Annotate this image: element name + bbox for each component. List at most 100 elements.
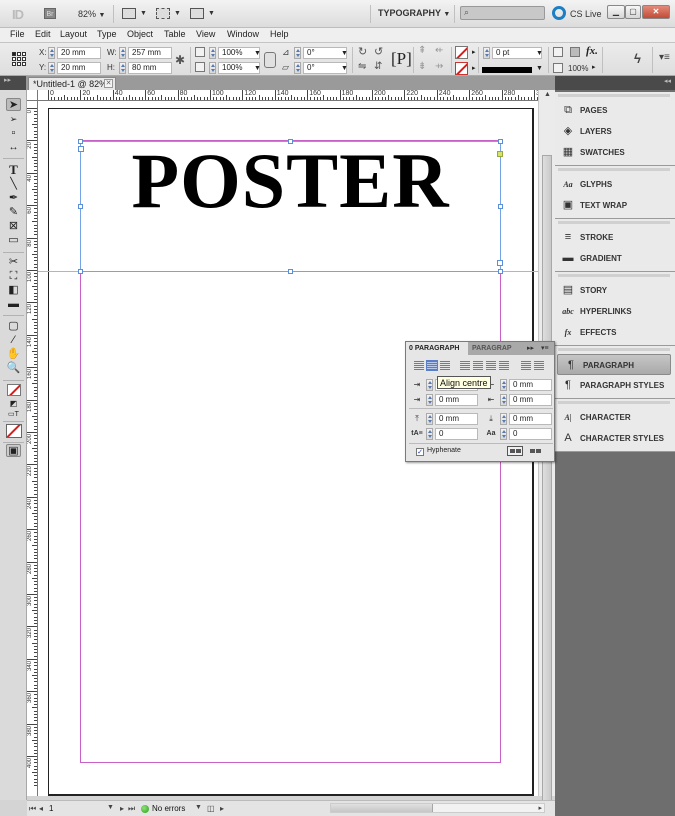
constrain-proportions-icon[interactable]: ✱ — [175, 53, 185, 67]
frame-handle[interactable] — [288, 139, 293, 144]
free-transform-tool-icon[interactable]: ⛶ — [6, 270, 21, 283]
collapse-dock-icon[interactable]: ◂◂ — [555, 76, 675, 90]
document-tab[interactable]: *Untitled-1 @ 82% ✕ — [28, 77, 116, 90]
menu-layout[interactable]: Layout — [60, 29, 87, 39]
type-tool-icon[interactable]: T — [6, 163, 21, 176]
reference-point-selector[interactable] — [12, 52, 26, 66]
align-right-button[interactable] — [440, 361, 450, 370]
menu-window[interactable]: Window — [227, 29, 259, 39]
frame-handle[interactable] — [78, 139, 83, 144]
close-button[interactable]: ✕ — [642, 5, 670, 19]
fill-stroke-swap-icon[interactable] — [7, 384, 21, 396]
restore-button[interactable]: ▢ — [625, 5, 641, 19]
rotate-stepper[interactable] — [294, 47, 301, 59]
open-document-page-icon[interactable]: ◫ — [207, 804, 215, 813]
drop-shadow-icon[interactable] — [570, 47, 580, 57]
dock-item-character[interactable]: A| CHARACTER — [555, 407, 675, 428]
dock-item-story[interactable]: ▤ STORY — [555, 280, 675, 301]
search-input[interactable]: ⌕ — [460, 6, 545, 20]
note-tool-icon[interactable]: ▢ — [6, 320, 21, 333]
fx-icon[interactable]: fx. — [586, 45, 598, 57]
first-line-indent-field[interactable]: 0 mm — [435, 394, 478, 406]
select-content-icon[interactable]: ⇟ — [418, 61, 426, 72]
preflight-status[interactable]: No errors — [152, 804, 185, 813]
gradient-swatch-tool-icon[interactable]: ◧ — [6, 284, 21, 297]
y-stepper[interactable] — [48, 62, 55, 74]
panel-menu-icon[interactable]: ▾≡ — [541, 342, 549, 355]
arrange-documents-icon[interactable] — [190, 8, 204, 19]
scroll-up-icon[interactable]: ▲ — [544, 91, 551, 98]
chevron-down-icon[interactable]: ▼ — [341, 50, 348, 57]
chevron-down-icon[interactable]: ▼ — [254, 65, 261, 72]
lightning-icon[interactable]: ϟ — [634, 51, 641, 66]
chevron-right-icon[interactable]: ▸ — [592, 63, 596, 71]
menu-object[interactable]: Object — [127, 29, 153, 39]
first-line-indent-stepper[interactable] — [426, 394, 433, 406]
rotate-counterclockwise-icon[interactable]: ↺ — [374, 45, 383, 58]
dock-item-layers[interactable]: ◈ LAYERS — [555, 121, 675, 142]
pen-tool-icon[interactable]: ✒ — [6, 192, 21, 205]
dock-item-paragraph[interactable]: ¶ PARAGRAPH — [557, 354, 671, 375]
vertical-scroll-thumb[interactable] — [542, 155, 552, 805]
horizontal-scrollbar[interactable]: ▸ — [330, 803, 545, 813]
constrain-scale-icon[interactable] — [264, 52, 276, 68]
justify-centre-button[interactable] — [473, 361, 483, 370]
rectangle-tool-icon[interactable]: ▭ — [6, 234, 21, 247]
h-stepper[interactable] — [119, 62, 126, 74]
space-before-stepper[interactable] — [426, 413, 433, 425]
frame-handle[interactable] — [78, 204, 83, 209]
chevron-down-icon[interactable]: ▼ — [107, 804, 114, 811]
left-indent-stepper[interactable] — [426, 379, 433, 391]
menu-edit[interactable]: Edit — [35, 29, 51, 39]
gradient-feather-tool-icon[interactable]: ▬ — [6, 298, 21, 311]
chevron-down-icon[interactable]: ▼ — [536, 65, 543, 72]
y-position-field[interactable]: 20 mm — [57, 62, 101, 74]
align-towards-spine-button[interactable] — [521, 361, 531, 370]
height-field[interactable]: 80 mm — [128, 62, 172, 74]
panel-group-grip[interactable] — [558, 348, 670, 351]
next-page-icon[interactable]: ▸ — [120, 804, 124, 813]
horizontal-ruler[interactable]: 0204060801001201401601802002202402602803 — [38, 90, 538, 101]
collapse-panel-icon[interactable]: ▸▸ — [527, 342, 534, 355]
frame-handle[interactable] — [498, 139, 503, 144]
hand-tool-icon[interactable]: ✋ — [6, 348, 21, 361]
chevron-right-icon[interactable]: ▸ — [220, 804, 224, 813]
align-away-spine-button[interactable] — [534, 361, 544, 370]
space-after-field[interactable]: 0 mm — [509, 413, 552, 425]
drop-cap-chars-stepper[interactable] — [500, 428, 507, 440]
menu-view[interactable]: View — [196, 29, 215, 39]
align-left-button[interactable] — [414, 361, 424, 370]
cs-live-button[interactable]: CS Live — [570, 9, 602, 19]
direct-selection-tool-icon[interactable]: ➢ — [6, 113, 21, 126]
chevron-down-icon[interactable]: ▼ — [341, 65, 348, 72]
align-to-baseline-button[interactable] — [527, 446, 543, 456]
dock-item-text-wrap[interactable]: ▣ TEXT WRAP — [555, 195, 675, 216]
previous-page-icon[interactable]: ◂ — [39, 804, 43, 813]
stroke-weight-field[interactable]: 0 pt — [492, 47, 542, 59]
opacity-value[interactable]: 100% — [568, 64, 588, 73]
content-grabber-icon[interactable] — [497, 151, 503, 157]
chevron-down-icon[interactable]: ▼ — [195, 804, 202, 811]
select-container-icon[interactable]: ⇞ — [418, 45, 426, 56]
shear-stepper[interactable] — [294, 62, 301, 74]
dock-item-gradient[interactable]: ▬ GRADIENT — [555, 248, 675, 269]
stroke-weight-stepper[interactable] — [483, 47, 490, 59]
poster-headline[interactable]: POSTER — [80, 136, 501, 226]
frame-handle[interactable] — [498, 204, 503, 209]
drop-cap-lines-field[interactable]: 0 — [435, 428, 478, 440]
space-before-field[interactable]: 0 mm — [435, 413, 478, 425]
screen-mode-icon[interactable]: ▣ — [6, 444, 21, 457]
menu-help[interactable]: Help — [270, 29, 289, 39]
frame-handle[interactable] — [78, 269, 83, 274]
formatting-container-icon[interactable]: ▭T — [6, 408, 21, 421]
do-not-align-baseline-button[interactable] — [507, 446, 523, 456]
w-stepper[interactable] — [119, 47, 126, 59]
zoom-level-dropdown[interactable]: 82% ▼ — [78, 9, 105, 19]
chevron-right-icon[interactable]: ▸ — [472, 48, 476, 56]
x-position-field[interactable]: 20 mm — [57, 47, 101, 59]
vertical-ruler[interactable]: 0 20 40 60 80 100 120 140 160 180 200 220 240 260 280 3… — [27, 101, 38, 796]
panel-menu-icon[interactable]: ▾≡ — [659, 52, 670, 63]
ruler-origin[interactable] — [27, 90, 38, 101]
justify-all-button[interactable] — [499, 361, 509, 370]
view-options-icon[interactable] — [122, 8, 136, 19]
